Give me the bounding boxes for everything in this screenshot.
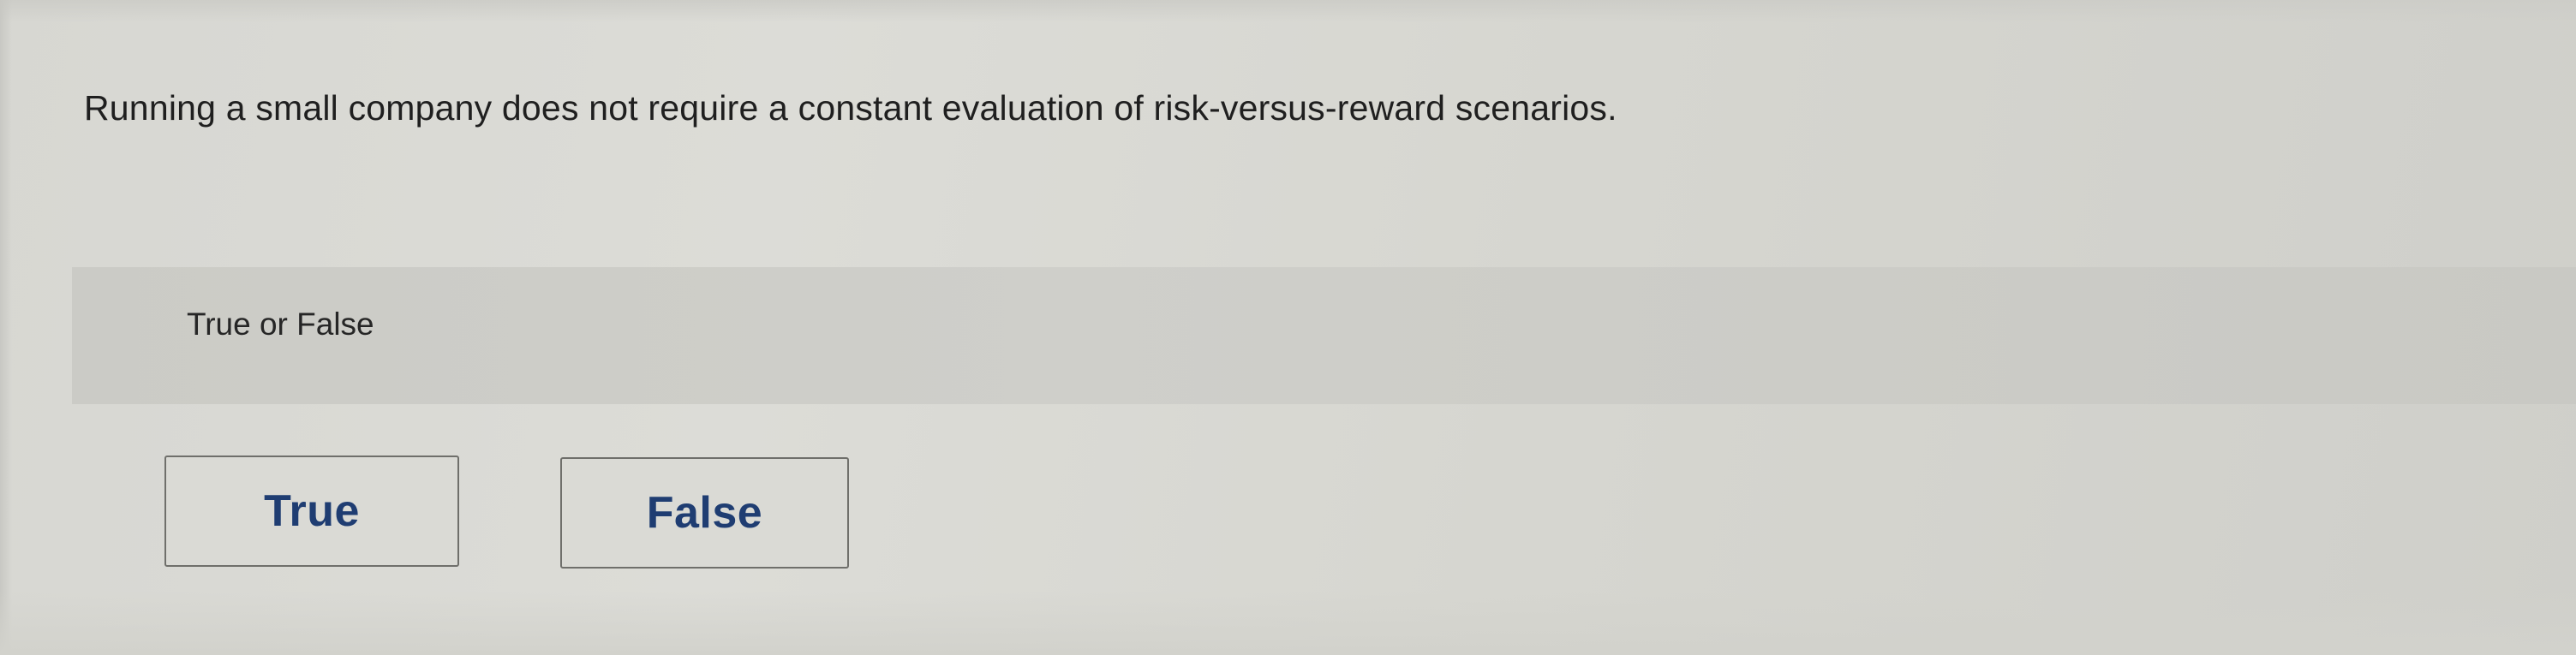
question-text: Running a small company does not require… xyxy=(84,88,1617,128)
top-edge-shadow xyxy=(0,0,2576,22)
left-edge-shadow xyxy=(0,0,12,655)
true-button[interactable]: True xyxy=(164,456,459,567)
false-button[interactable]: False xyxy=(560,457,849,569)
answer-prompt-band xyxy=(72,267,2576,404)
true-button-label: True xyxy=(264,486,360,536)
bottom-shade xyxy=(0,591,2576,655)
quiz-screen: Running a small company does not require… xyxy=(0,0,2576,655)
true-or-false-label: True or False xyxy=(187,307,374,342)
false-button-label: False xyxy=(646,488,763,538)
